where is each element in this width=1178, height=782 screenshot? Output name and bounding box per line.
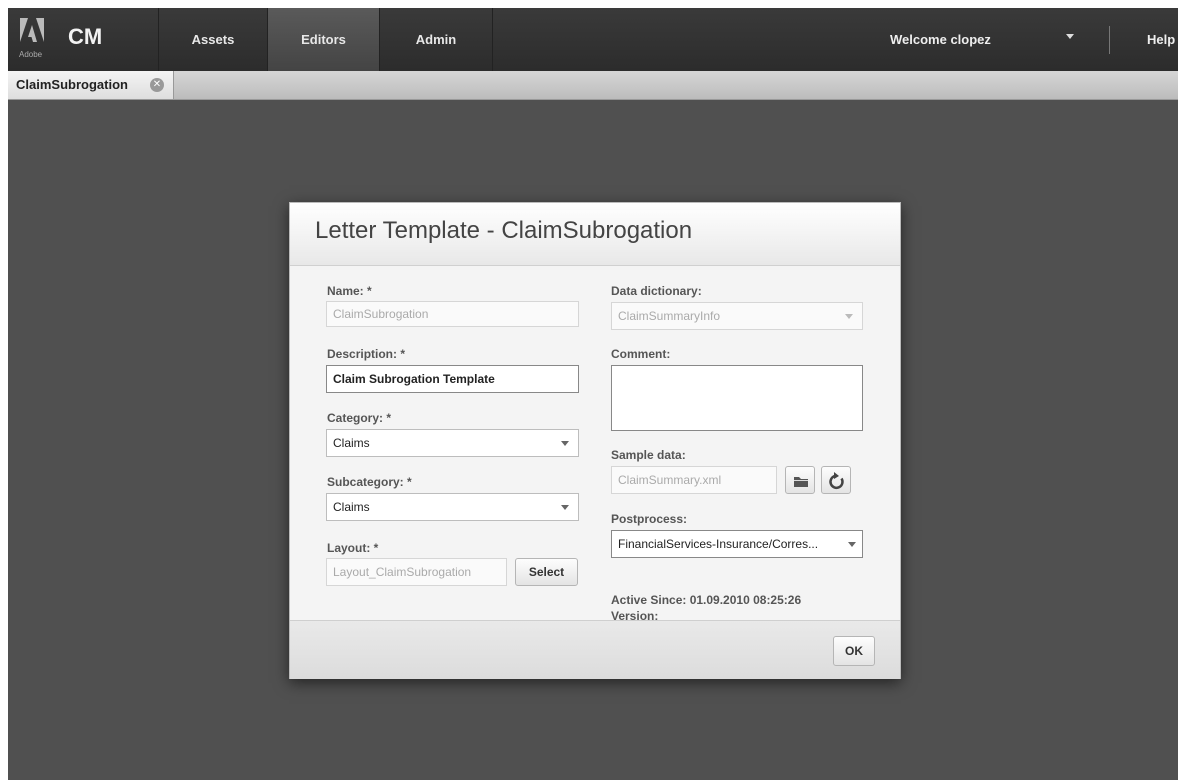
tab-claimsubrogation[interactable]: ClaimSubrogation ✕	[8, 71, 174, 99]
sample-data-label: Sample data:	[611, 448, 686, 462]
dialog-footer: OK	[290, 620, 900, 679]
subcategory-select[interactable]: Claims	[326, 493, 579, 521]
ok-button[interactable]: OK	[833, 636, 875, 666]
data-dictionary-select[interactable]: ClaimSummaryInfo	[611, 302, 863, 330]
dialog-title: Letter Template - ClaimSubrogation	[315, 217, 693, 244]
adobe-logo-icon	[20, 18, 44, 42]
sample-data-field[interactable]: ClaimSummary.xml	[611, 466, 777, 494]
description-label: Description: *	[327, 347, 406, 361]
description-field[interactable]: Claim Subrogation Template	[326, 365, 579, 393]
nav-tab-assets[interactable]: Assets	[159, 8, 268, 71]
nav-tab-admin[interactable]: Admin	[380, 8, 493, 71]
chevron-down-icon	[561, 441, 569, 446]
category-select[interactable]: Claims	[326, 429, 579, 457]
category-value: Claims	[333, 436, 370, 450]
letter-template-dialog: Letter Template - ClaimSubrogation Name:…	[289, 202, 901, 679]
name-label: Name: *	[327, 284, 372, 298]
chevron-down-icon	[848, 542, 856, 547]
logo-area: Adobe CM	[8, 8, 159, 71]
data-dictionary-value: ClaimSummaryInfo	[618, 309, 721, 323]
welcome-user[interactable]: Welcome clopez	[890, 8, 991, 71]
layout-label: Layout: *	[327, 541, 379, 555]
refresh-button[interactable]	[821, 466, 851, 494]
help-link[interactable]: Help	[1147, 8, 1175, 71]
refresh-icon	[829, 472, 844, 490]
layout-field[interactable]: Layout_ClaimSubrogation	[326, 558, 507, 586]
nav-tab-editors[interactable]: Editors	[268, 8, 380, 71]
data-dictionary-label: Data dictionary:	[611, 284, 702, 298]
app-frame: Adobe CM Assets Editors Admin Welcome cl…	[8, 8, 1178, 780]
header-divider	[1109, 26, 1110, 54]
subcategory-value: Claims	[333, 500, 370, 514]
select-layout-button[interactable]: Select	[515, 558, 578, 586]
chevron-down-icon	[845, 314, 853, 319]
name-field[interactable]: ClaimSubrogation	[326, 301, 579, 327]
document-tab-bar: ClaimSubrogation ✕	[8, 71, 1178, 100]
tab-label: ClaimSubrogation	[16, 77, 128, 92]
comment-textarea[interactable]	[611, 365, 863, 431]
folder-icon	[794, 477, 808, 487]
close-tab-icon[interactable]: ✕	[150, 78, 164, 92]
postprocess-value: FinancialServices-Insurance/Corres...	[618, 537, 819, 551]
comment-label: Comment:	[611, 347, 671, 361]
chevron-down-icon	[561, 505, 569, 510]
subcategory-label: Subcategory: *	[327, 475, 412, 489]
top-bar: Adobe CM Assets Editors Admin Welcome cl…	[8, 8, 1178, 71]
adobe-text: Adobe	[19, 50, 43, 59]
postprocess-select[interactable]: FinancialServices-Insurance/Corres...	[611, 530, 863, 558]
user-menu-chevron-down-icon[interactable]	[1066, 34, 1074, 39]
app-name: CM	[68, 24, 103, 49]
dialog-header: Letter Template - ClaimSubrogation	[290, 203, 900, 266]
category-label: Category: *	[327, 411, 392, 425]
postprocess-label: Postprocess:	[611, 512, 688, 526]
active-since: Active Since: 01.09.2010 08:25:26	[611, 593, 802, 607]
browse-folder-button[interactable]	[785, 466, 815, 494]
